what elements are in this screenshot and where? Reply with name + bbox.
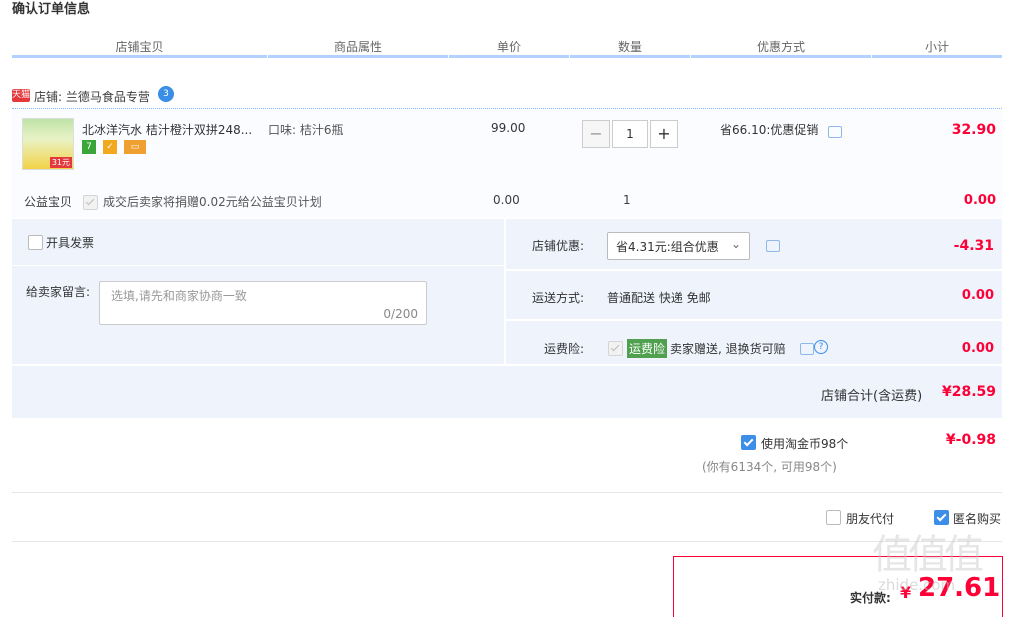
shop-header: 天猫 店铺: 兰德马食品专营 3 xyxy=(12,86,1002,109)
taojinbi-checkbox[interactable] xyxy=(741,435,756,450)
message-placeholder: 选填,请先和商家协商一致 xyxy=(111,289,247,303)
shop-total-amount: ¥28.59 xyxy=(941,384,996,400)
shop-discount-select[interactable]: 省4.31元:组合优惠 ⌄ xyxy=(607,232,750,260)
watermark-url: zhide.com xyxy=(878,576,956,594)
col-header-unit-price: 单价 xyxy=(496,40,521,54)
insurance-label: 运费险: xyxy=(544,342,585,356)
insurance-tag: 运费险 xyxy=(627,339,668,358)
quantity-stepper: − 1 + xyxy=(582,120,678,148)
thumb-price-badge: 31元 xyxy=(49,157,72,168)
header-underline xyxy=(570,55,690,58)
shop-discount-label: 店铺优惠: xyxy=(532,239,585,253)
shipping-amount: 0.00 xyxy=(961,288,994,303)
shipping-method: 普通配送 快递 免邮 xyxy=(607,291,711,305)
divider xyxy=(12,541,1002,542)
col-header-subtotal: 小计 xyxy=(924,40,949,54)
friend-pay-checkbox[interactable] xyxy=(826,510,841,525)
shipping-label: 运送方式: xyxy=(532,291,585,305)
message-char-counter: 0/200 xyxy=(383,307,418,321)
invoice-label: 开具发票 xyxy=(46,236,95,250)
shop-discount-amount: -4.31 xyxy=(953,238,994,254)
quantity-input[interactable]: 1 xyxy=(612,120,648,148)
seven-day-return-icon[interactable]: 7 xyxy=(82,140,96,154)
watermark-logo: 值值值 xyxy=(872,532,984,578)
page-title: 确认订单信息 xyxy=(12,2,91,17)
header-underline xyxy=(12,55,267,58)
message-label: 给卖家留言: xyxy=(26,285,91,299)
charity-label: 公益宝贝 xyxy=(24,195,73,209)
insurance-checkbox xyxy=(608,341,623,356)
promotion-text: 省66.10:优惠促销 xyxy=(720,123,819,137)
col-header-attributes: 商品属性 xyxy=(333,40,382,54)
promotion-info-icon[interactable] xyxy=(828,126,842,138)
item-subtotal: 32.90 xyxy=(951,122,996,138)
chevron-down-icon: ⌄ xyxy=(730,237,741,251)
col-header-shop-item: 店铺宝贝 xyxy=(115,40,164,54)
charity-price: 0.00 xyxy=(493,193,520,207)
header-underline xyxy=(449,55,569,58)
shop-discount-value: 省4.31元:组合优惠 xyxy=(616,240,719,254)
charity-checkbox xyxy=(83,195,98,210)
col-header-quantity: 数量 xyxy=(617,40,642,54)
quantity-minus-button[interactable]: − xyxy=(582,120,610,148)
insurance-chat-icon[interactable] xyxy=(800,343,814,355)
discount-info-icon[interactable] xyxy=(766,240,780,252)
quantity-plus-button[interactable]: + xyxy=(650,120,678,148)
divider xyxy=(12,492,1002,493)
header-underline xyxy=(691,55,871,58)
taojinbi-label: 使用淘金币98个 xyxy=(761,437,849,451)
charity-subtotal: 0.00 xyxy=(963,193,996,208)
header-underline xyxy=(872,55,1002,58)
unit-price: 99.00 xyxy=(491,121,526,135)
help-icon[interactable]: ? xyxy=(814,340,828,354)
tmall-badge: 天猫 xyxy=(12,89,31,102)
insurance-amount: 0.00 xyxy=(961,341,994,356)
product-thumbnail[interactable]: 31元 xyxy=(22,118,74,170)
product-attribute: 口味: 桔汁6瓶 xyxy=(268,123,344,137)
header-underline xyxy=(268,55,448,58)
taojinbi-amount: ¥-0.98 xyxy=(945,432,996,448)
shop-name-link[interactable]: 店铺: 兰德马食品专营 xyxy=(34,88,150,105)
guarantee-icon[interactable]: ✓ xyxy=(103,140,117,154)
wangwang-chat-icon[interactable]: 3 xyxy=(158,86,174,102)
col-header-discount: 优惠方式 xyxy=(756,40,805,54)
credit-card-icon[interactable]: ▭ xyxy=(124,140,146,154)
seller-message-input[interactable]: 选填,请先和商家协商一致 0/200 xyxy=(99,281,427,325)
product-name-link[interactable]: 北冰洋汽水 桔汁橙汁双拼248... xyxy=(82,121,252,138)
insurance-text: 卖家赠送, 退换货可赔 xyxy=(670,342,786,356)
charity-qty: 1 xyxy=(623,193,631,207)
invoice-checkbox[interactable] xyxy=(28,235,43,250)
charity-text: 成交后卖家将捐赠0.02元给公益宝贝计划 xyxy=(103,195,322,209)
taojinbi-note: (你有6134个, 可用98个) xyxy=(702,460,837,474)
